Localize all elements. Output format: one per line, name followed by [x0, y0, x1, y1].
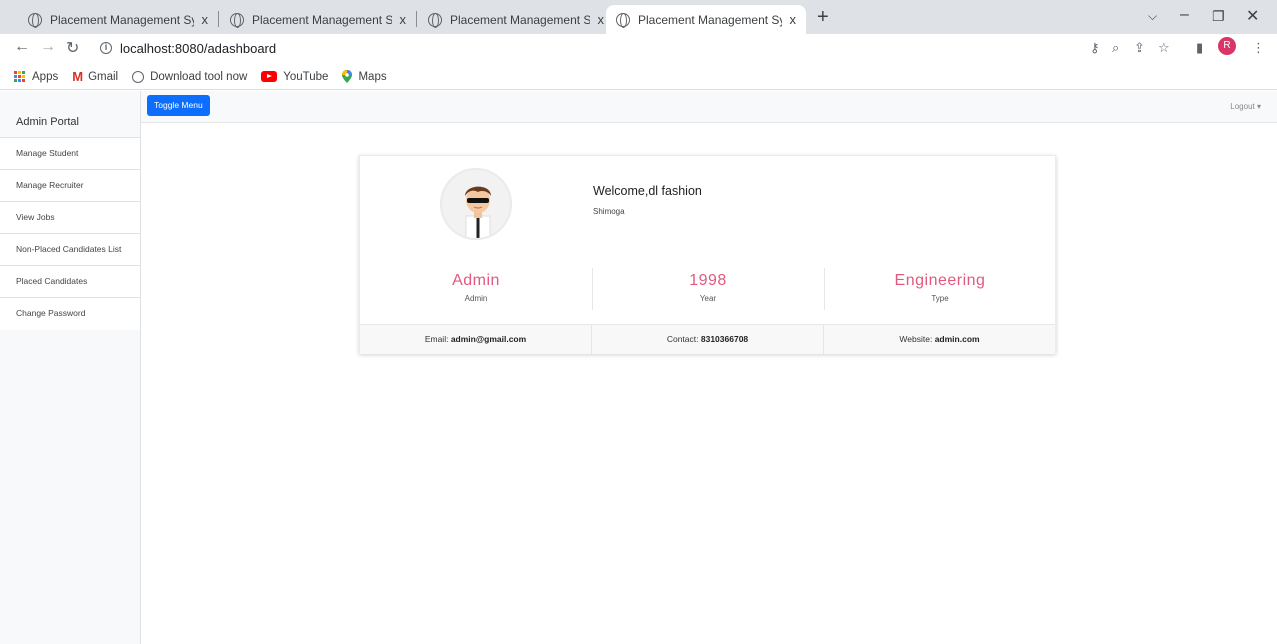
website-value: admin.com	[934, 334, 980, 344]
contact-footer: Email: admin@gmail.com Contact: 83103667…	[360, 324, 1055, 354]
youtube-icon	[261, 71, 278, 82]
sidebar-item-placed[interactable]: Placed Candidates	[0, 266, 140, 298]
reload-icon[interactable]: ↻	[66, 38, 79, 58]
bookmark-label: Download tool now	[150, 70, 248, 83]
sidebar-title: Admin Portal	[0, 91, 140, 138]
stat-value: Admin	[452, 272, 500, 289]
sidebar-item-non-placed[interactable]: Non-Placed Candidates List	[0, 234, 140, 266]
sidebar-item-view-jobs[interactable]: View Jobs	[0, 202, 140, 234]
browser-tabstrip: Placement Management System x Placement …	[0, 0, 1277, 34]
globe-icon	[230, 12, 244, 28]
email-label: Email:	[424, 334, 451, 344]
share-icon[interactable]: ⇪	[1134, 40, 1145, 56]
tab-title: Placement Management System	[450, 12, 590, 27]
contact-label: Contact:	[666, 334, 701, 344]
close-icon[interactable]: x	[598, 12, 605, 27]
menu-kebab-icon[interactable]: ⋮	[1252, 40, 1265, 56]
page-content: Admin Portal Manage Student Manage Recru…	[0, 91, 1277, 644]
profile-avatar[interactable]: R	[1218, 37, 1236, 55]
tab-title: Placement Management System	[252, 12, 392, 27]
globe-icon	[428, 12, 442, 28]
bookmark-label: Gmail	[88, 70, 119, 83]
browser-tab[interactable]: Placement Management System x	[220, 5, 416, 34]
side-panel-icon[interactable]: ▮	[1196, 40, 1203, 56]
website-label: Website:	[899, 334, 935, 344]
sidebar-item-change-password[interactable]: Change Password	[0, 298, 140, 330]
browser-tab[interactable]: Placement Management System x	[418, 5, 614, 34]
bookmark-label: YouTube	[283, 70, 329, 83]
avatar	[440, 168, 512, 240]
stat-year: 1998 Year	[592, 272, 824, 312]
bookmark-apps[interactable]: Apps	[14, 70, 59, 83]
globe-icon	[616, 12, 630, 28]
site-info-icon[interactable]: i	[100, 42, 112, 54]
city-text: Shimoga	[593, 207, 625, 216]
forward-icon[interactable]: →	[40, 38, 56, 56]
contact-cell: Contact: 8310366708	[592, 325, 824, 354]
profile-card: Welcome,dl fashion Shimoga Admin Admin 1…	[359, 155, 1056, 354]
contact-value: 8310366708	[700, 334, 749, 344]
toggle-menu-button[interactable]: Toggle Menu	[147, 95, 210, 116]
gmail-icon: M	[72, 69, 84, 84]
browser-tab[interactable]: Placement Management System x	[18, 5, 218, 34]
user-avatar-icon	[442, 170, 510, 238]
apps-grid-icon	[14, 70, 26, 83]
stat-value: Engineering	[894, 272, 986, 289]
website-cell: Website: admin.com	[824, 325, 1055, 354]
bookmark-download-tool[interactable]: Download tool now	[132, 70, 248, 83]
browser-tab-active[interactable]: Placement Management System x	[606, 5, 806, 34]
tab-search-icon[interactable]: ⌵	[1148, 9, 1157, 24]
globe-icon	[132, 70, 145, 83]
bookmark-maps[interactable]: Maps	[342, 70, 387, 83]
globe-icon	[28, 12, 42, 28]
email-value: admin@gmail.com	[450, 334, 527, 344]
restore-icon[interactable]: ❐	[1212, 8, 1225, 25]
tab-separator	[416, 11, 417, 27]
key-icon[interactable]: ⚷	[1090, 40, 1100, 56]
back-icon[interactable]: ←	[14, 38, 30, 56]
bookmark-star-icon[interactable]: ☆	[1158, 40, 1170, 56]
sidebar: Admin Portal Manage Student Manage Recru…	[0, 91, 141, 644]
bookmark-label: Maps	[358, 70, 387, 83]
stat-type: Engineering Type	[824, 272, 1056, 312]
window-close-icon[interactable]: ✕	[1246, 6, 1259, 26]
bookmarks-bar: Apps M Gmail Download tool now YouTube M…	[0, 64, 1277, 90]
logout-dropdown[interactable]: Logout ▾	[1230, 102, 1261, 111]
bookmark-label: Apps	[32, 70, 59, 83]
stat-label: Admin	[464, 294, 488, 303]
stat-label: Type	[931, 294, 949, 303]
stat-label: Year	[699, 294, 717, 303]
bookmark-gmail[interactable]: M Gmail	[72, 69, 118, 84]
tab-separator	[218, 11, 219, 27]
maps-icon	[342, 70, 353, 83]
stat-role: Admin Admin	[360, 272, 592, 312]
sidebar-item-manage-recruiter[interactable]: Manage Recruiter	[0, 170, 140, 202]
sidebar-item-manage-student[interactable]: Manage Student	[0, 138, 140, 170]
top-navbar: Toggle Menu Logout ▾	[141, 91, 1277, 123]
minimize-icon[interactable]: –	[1180, 6, 1189, 24]
email-cell: Email: admin@gmail.com	[360, 325, 592, 354]
zoom-icon[interactable]: ⌕	[1112, 40, 1119, 56]
close-icon[interactable]: x	[400, 12, 407, 27]
tab-title: Placement Management System	[638, 12, 782, 27]
address-bar[interactable]: i localhost:8080/adashboard	[100, 36, 1175, 60]
new-tab-button[interactable]: +	[817, 6, 829, 29]
url-text: localhost:8080/adashboard	[120, 40, 277, 56]
close-icon[interactable]: x	[202, 12, 209, 27]
stat-value: 1998	[689, 272, 727, 289]
bookmark-youtube[interactable]: YouTube	[261, 71, 328, 83]
welcome-text: Welcome,dl fashion	[593, 184, 702, 198]
close-icon[interactable]: x	[790, 12, 797, 27]
tab-title: Placement Management System	[50, 12, 194, 27]
